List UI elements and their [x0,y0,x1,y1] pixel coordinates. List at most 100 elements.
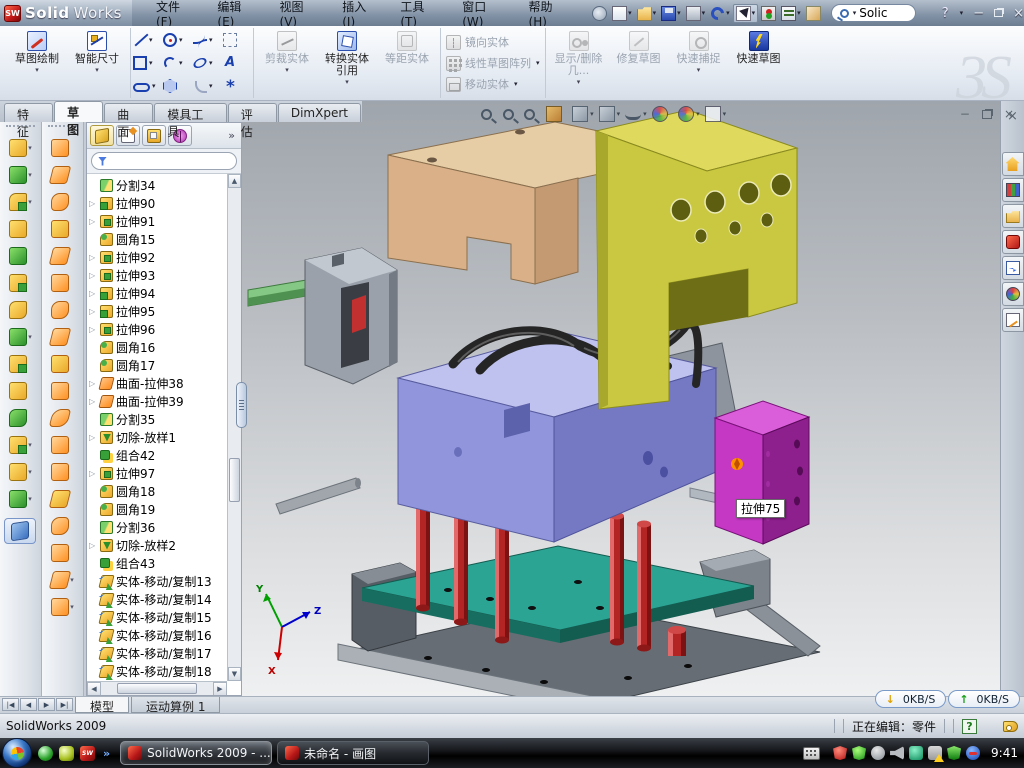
open-file-button[interactable]: ▾ [635,3,659,23]
dropdown-caret-icon[interactable]: ▾ [653,9,657,17]
task-button[interactable]: SolidWorks 2009 - ... [120,741,272,765]
linear-sketch-pattern-icon[interactable]: 线性草图阵列 ▾ [443,53,543,73]
panel-splitter-handle[interactable] [236,382,247,428]
dropdown-caret-icon[interactable]: ▾ [28,468,32,476]
expand-arrow-icon[interactable]: ▷ [89,433,97,442]
doc-minimize-button[interactable]: − [960,107,970,121]
panel-overflow-button[interactable]: » [228,129,238,142]
fillet-tool-icon[interactable]: ▾ [0,188,41,215]
options-button[interactable]: ▾ [779,3,803,23]
dropdown-caret-icon[interactable]: ▾ [696,110,700,118]
tags-icon[interactable] [1003,721,1018,732]
dropdown-caret-icon[interactable]: ▾ [617,110,621,118]
ejector-rod-part[interactable] [276,478,361,514]
scrollbar-thumb[interactable] [229,458,240,502]
dropdown-caret-icon[interactable]: ▾ [677,9,681,17]
view-settings-icon[interactable]: ▾ [704,105,728,123]
rectangle-icon[interactable]: ▾ [133,52,161,75]
edit-appearance-icon[interactable]: ▾ [651,105,675,123]
feature-tree-item[interactable]: ▷ 分割35 [89,410,227,428]
new-file-button[interactable]: ▾ [610,3,634,23]
dropdown-caret-icon[interactable]: ▾ [28,144,32,152]
dropdown-caret-icon[interactable]: ▾ [209,36,213,44]
feature-tree-item[interactable]: ▷ 切除-放样1 [89,428,227,446]
previous-view-icon[interactable]: ▾ [523,108,542,121]
undo-button[interactable]: ▾ [708,3,732,23]
surface-spline-icon[interactable]: ▾ [42,593,83,620]
security-center-icon[interactable] [852,746,866,760]
planar-surface-icon[interactable]: ▾ [42,296,83,323]
linear-pattern-icon[interactable]: ▾ [0,323,41,350]
search-box[interactable]: ▾ Solic [831,4,916,22]
ribbon-tab[interactable]: 曲面 [104,103,153,122]
feature-tree-item[interactable]: ▷ 实体-移动/复制18 [89,662,227,680]
feature-tree-item[interactable]: ▷ 拉伸93 [89,266,227,284]
extend-surface-icon[interactable]: ▾ [42,458,83,485]
ribbon-tab[interactable]: 模具工具 [154,103,226,122]
expand-arrow-icon[interactable]: ▷ [89,199,97,208]
dropdown-caret-icon[interactable]: ▾ [70,576,74,584]
messenger-icon[interactable] [38,746,53,761]
hide-show-items-icon[interactable]: ▾ [624,107,648,121]
dropdown-caret-icon[interactable]: ▾ [209,82,213,90]
antivirus-shield-icon[interactable] [833,746,847,760]
dropdown-caret-icon[interactable]: ▾ [149,36,153,44]
volume-icon[interactable] [890,746,904,760]
spline-tool-icon[interactable]: ▾ [0,485,41,512]
file-explorer-icon[interactable] [1002,204,1024,228]
smart-dimension-icon[interactable]: 智能尺寸 ▾ [68,28,126,98]
expand-arrow-icon[interactable]: ▷ [89,325,97,334]
task-button[interactable]: 未命名 - 画图 [277,741,429,765]
search-input[interactable]: Solic [859,6,887,20]
rebuild-button[interactable] [759,3,778,23]
view-palette-icon[interactable] [1002,256,1024,280]
update-gear-icon[interactable] [871,746,885,760]
feature-tree-item[interactable]: ▷ 拉伸94 [89,284,227,302]
feature-tree-item[interactable]: ▷ 拉伸97 [89,464,227,482]
help-caret-icon[interactable]: ▾ [960,9,964,17]
ruled-surface-icon[interactable]: ▾ [42,377,83,404]
ribbon-tab[interactable]: 特征 [4,103,53,122]
select-tool-button[interactable]: ▾ [733,4,759,23]
dropdown-caret-icon[interactable]: ▾ [179,59,183,67]
view-orientation-icon[interactable]: ▾ [571,105,595,123]
feature-tree-item[interactable]: ▷ 实体-移动/复制14 [89,590,227,608]
ribbon-tab[interactable]: 草图 [54,101,103,122]
minimize-button[interactable]: − [973,6,984,21]
expand-arrow-icon[interactable]: ▷ [89,541,97,550]
doc-close-button[interactable]: × [1004,107,1014,121]
dropdown-caret-icon[interactable]: ▾ [702,9,706,17]
sketch-ink-button[interactable] [804,3,823,23]
feature-tree-item[interactable]: ▷ 圆角15 [89,230,227,248]
dropdown-caret-icon[interactable]: ▾ [179,36,183,44]
text-icon[interactable]: ▾ [223,52,251,75]
feature-tree-item[interactable]: ▷ 曲面-拉伸39 [89,392,227,410]
revolved-surface-icon[interactable]: ▾ [42,161,83,188]
print-button[interactable]: ▾ [684,3,708,23]
usb-eject-icon[interactable] [909,746,923,760]
dropdown-caret-icon[interactable]: ▾ [209,59,213,67]
wrap-icon[interactable]: ▾ [0,296,41,323]
replace-face-icon[interactable]: ▾ [42,431,83,458]
ribbon-tab[interactable]: 评估 [228,103,277,122]
sketch-icon[interactable]: 草图绘制 ▾ [8,28,66,98]
expand-arrow-icon[interactable]: ▷ [89,217,97,226]
appearances-scenes-icon[interactable] [1002,282,1024,306]
scroll-right-icon[interactable]: ▶ [213,682,227,696]
feature-tree-item[interactable]: ▷ 组合43 [89,554,227,572]
dropdown-caret-icon[interactable]: ▾ [28,441,32,449]
trim-surface-icon[interactable]: ▾ [42,485,83,512]
doc-restore-button[interactable] [982,110,992,119]
prev-tab-button[interactable]: ◀ [20,698,37,711]
zoom-area-icon[interactable]: ▾ [502,108,521,121]
design-library-icon[interactable] [1002,178,1024,202]
feature-tree-item[interactable]: ▷ 组合42 [89,446,227,464]
document-tab[interactable]: 模型 [75,697,129,713]
dropdown-caret-icon[interactable]: ▾ [536,59,540,67]
expand-arrow-icon[interactable]: ▷ [89,397,97,406]
delete-face-icon[interactable]: ▾ [42,404,83,431]
rib-icon[interactable]: ▾ [0,215,41,242]
dropdown-caret-icon[interactable]: ▾ [726,9,730,17]
quick-snaps-icon[interactable]: 快速捕捉 ▾ [670,28,728,98]
feature-tree-item[interactable]: ▷ 实体-移动/复制15 [89,608,227,626]
